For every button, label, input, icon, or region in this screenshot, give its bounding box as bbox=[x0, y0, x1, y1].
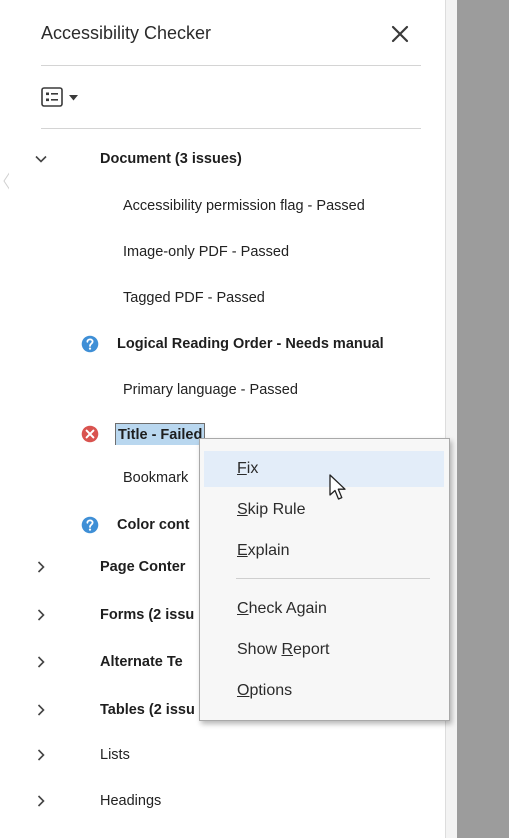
tree-node-label: Tables (2 issu bbox=[100, 702, 195, 718]
tree-item-logical-reading-order[interactable]: Logical Reading Order - Needs manual bbox=[9, 333, 445, 355]
tree-node-headings[interactable]: Headings bbox=[9, 790, 445, 812]
menu-item-show-report[interactable]: Show Report bbox=[204, 632, 444, 668]
menu-item-options[interactable]: Options bbox=[204, 673, 444, 709]
menu-item-label: Fix bbox=[237, 460, 259, 477]
mnemonic-letter: C bbox=[237, 600, 249, 617]
tree-node-label: Page Conter bbox=[100, 559, 186, 575]
panel-title: Accessibility Checker bbox=[41, 23, 212, 43]
mnemonic-letter: E bbox=[237, 542, 248, 559]
list-options-icon bbox=[41, 87, 63, 107]
chevron-right-icon[interactable] bbox=[34, 655, 48, 669]
menu-separator bbox=[236, 578, 430, 579]
caret-down-icon bbox=[69, 95, 78, 101]
tree-item-label: Primary language - Passed bbox=[123, 382, 298, 398]
tree-node-label: Headings bbox=[100, 793, 162, 809]
menu-item-label: Skip Rule bbox=[237, 501, 306, 518]
tree-item-label: Bookmark bbox=[123, 470, 189, 486]
menu-item-explain[interactable]: Explain bbox=[204, 533, 444, 569]
tree-node-label: Lists bbox=[100, 747, 130, 763]
mnemonic-letter: R bbox=[281, 641, 294, 658]
tree-node-label: Document (3 issues) bbox=[100, 151, 242, 167]
chevron-right-icon[interactable] bbox=[34, 794, 48, 808]
mnemonic-letter: O bbox=[237, 682, 250, 699]
mnemonic-letter: F bbox=[237, 460, 247, 477]
menu-item-label: Explain bbox=[237, 542, 290, 559]
chevron-right-icon[interactable] bbox=[34, 608, 48, 622]
close-icon[interactable] bbox=[389, 23, 411, 45]
tree-item-label: Color cont bbox=[117, 517, 190, 533]
tree-item-label: Logical Reading Order - Needs manual bbox=[117, 336, 384, 352]
error-icon bbox=[81, 425, 99, 443]
tree-node-document[interactable]: Document (3 issues) bbox=[9, 148, 445, 170]
menu-item-label: Check Again bbox=[237, 600, 327, 617]
header-separator bbox=[41, 65, 421, 66]
toolbar-separator bbox=[41, 128, 421, 129]
chevron-right-icon[interactable] bbox=[34, 703, 48, 717]
mouse-pointer-icon bbox=[329, 474, 346, 500]
question-icon bbox=[81, 516, 99, 534]
menu-item-skip-rule[interactable]: Skip Rule bbox=[204, 492, 444, 528]
tree-item-label: Accessibility permission flag - Passed bbox=[123, 198, 365, 214]
tree-item-label: Tagged PDF - Passed bbox=[123, 290, 265, 306]
tree-node-label: Forms (2 issu bbox=[100, 607, 195, 623]
tree-item-accessibility-permission[interactable]: Accessibility permission flag - Passed bbox=[9, 195, 445, 217]
chevron-right-icon[interactable] bbox=[34, 560, 48, 574]
context-menu: Fix Skip Rule Explain Check Again Show R… bbox=[199, 438, 450, 721]
question-icon bbox=[81, 335, 99, 353]
tree-item-label: Image-only PDF - Passed bbox=[123, 244, 290, 260]
tree-item-tagged-pdf[interactable]: Tagged PDF - Passed bbox=[9, 287, 445, 309]
menu-item-label: Show Report bbox=[237, 641, 330, 658]
chevron-down-icon[interactable] bbox=[34, 152, 48, 166]
selected-tree-item-label: Title - Failed bbox=[115, 423, 206, 445]
menu-item-fix[interactable]: Fix bbox=[204, 451, 444, 487]
mnemonic-letter: S bbox=[237, 501, 248, 518]
options-dropdown-button[interactable] bbox=[41, 84, 103, 110]
menu-item-label: Options bbox=[237, 682, 293, 699]
tree-node-label: Alternate Te bbox=[100, 654, 183, 670]
document-view-area[interactable] bbox=[457, 0, 509, 838]
tree-item-primary-language[interactable]: Primary language - Passed bbox=[9, 379, 445, 401]
chevron-right-icon[interactable] bbox=[34, 748, 48, 762]
tree-item-image-only-pdf[interactable]: Image-only PDF - Passed bbox=[9, 241, 445, 263]
menu-item-check-again[interactable]: Check Again bbox=[204, 591, 444, 627]
tree-node-lists[interactable]: Lists bbox=[9, 744, 445, 766]
